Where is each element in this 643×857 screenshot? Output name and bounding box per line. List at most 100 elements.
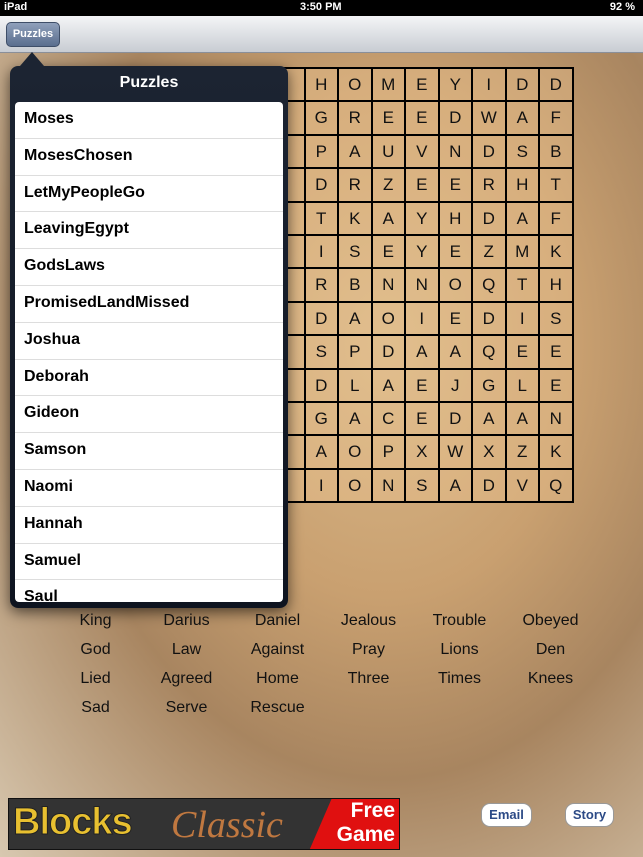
puzzle-list-item[interactable]: GodsLaws xyxy=(15,249,283,286)
grid-cell[interactable]: E xyxy=(439,302,473,337)
grid-cell[interactable]: O xyxy=(339,469,373,504)
grid-cell[interactable]: V xyxy=(506,469,540,504)
grid-cell[interactable]: G xyxy=(473,369,507,403)
grid-cell[interactable]: D xyxy=(439,402,473,437)
grid-cell[interactable]: E xyxy=(372,102,406,136)
grid-cell[interactable]: C xyxy=(372,402,406,437)
grid-cell[interactable]: Q xyxy=(473,336,507,370)
grid-cell[interactable]: R xyxy=(339,102,373,136)
grid-cell[interactable]: L xyxy=(506,369,540,403)
grid-cell[interactable]: A xyxy=(305,436,339,470)
grid-cell[interactable]: J xyxy=(439,369,473,403)
grid-cell[interactable]: P xyxy=(372,436,406,470)
grid-cell[interactable]: E xyxy=(540,336,574,370)
grid-cell[interactable]: L xyxy=(339,369,373,403)
grid-cell[interactable]: A xyxy=(339,302,373,337)
grid-cell[interactable]: S xyxy=(540,302,574,337)
puzzle-list-item[interactable]: Samuel xyxy=(15,544,283,581)
grid-cell[interactable]: B xyxy=(339,269,373,303)
grid-cell[interactable]: A xyxy=(506,102,540,136)
puzzle-list[interactable]: Moses MosesChosen LetMyPeopleGo LeavingEgyp… xyxy=(15,102,283,602)
puzzle-list-item[interactable]: LeavingEgypt xyxy=(15,212,283,250)
grid-cell[interactable]: F xyxy=(540,102,574,136)
grid-cell[interactable]: H xyxy=(506,169,540,203)
story-button[interactable]: Story xyxy=(565,803,614,827)
grid-cell[interactable]: E xyxy=(406,169,440,203)
grid-cell[interactable]: N xyxy=(540,402,574,437)
grid-cell[interactable]: K xyxy=(540,235,574,270)
ad-banner[interactable]: Blocks Classic Free Game xyxy=(8,798,400,850)
grid-cell[interactable]: I xyxy=(305,235,339,270)
grid-cell[interactable]: P xyxy=(339,336,373,370)
puzzle-list-item[interactable]: Deborah xyxy=(15,360,283,397)
puzzle-list-item[interactable]: Gideon xyxy=(15,396,283,434)
grid-cell[interactable]: E xyxy=(406,69,440,103)
grid-cell[interactable]: Y xyxy=(439,69,473,103)
grid-cell[interactable]: K xyxy=(339,202,373,236)
puzzle-list-item[interactable]: PromisedLandMissed xyxy=(15,286,283,323)
grid-cell[interactable]: H xyxy=(439,202,473,236)
puzzle-list-item[interactable]: MosesChosen xyxy=(15,139,283,176)
grid-cell[interactable]: A xyxy=(439,336,473,370)
grid-cell[interactable]: Q xyxy=(473,269,507,303)
grid-cell[interactable]: I xyxy=(406,302,440,337)
grid-cell[interactable]: E xyxy=(506,336,540,370)
puzzle-list-item[interactable]: Joshua xyxy=(15,323,283,360)
grid-cell[interactable]: I xyxy=(473,69,507,103)
grid-cell[interactable]: D xyxy=(439,102,473,136)
puzzle-list-item[interactable]: LetMyPeopleGo xyxy=(15,176,283,213)
grid-cell[interactable]: D xyxy=(305,369,339,403)
grid-cell[interactable]: F xyxy=(540,202,574,236)
grid-cell[interactable]: Q xyxy=(540,469,574,504)
grid-cell[interactable]: A xyxy=(473,402,507,437)
grid-cell[interactable]: A xyxy=(339,135,373,170)
grid-cell[interactable]: O xyxy=(372,302,406,337)
grid-cell[interactable]: I xyxy=(305,469,339,504)
grid-cell[interactable]: X xyxy=(406,436,440,470)
grid-cell[interactable]: D xyxy=(305,169,339,203)
grid-cell[interactable]: N xyxy=(439,135,473,170)
grid-cell[interactable]: A xyxy=(372,369,406,403)
grid-cell[interactable]: E xyxy=(406,102,440,136)
grid-cell[interactable]: Z xyxy=(506,436,540,470)
puzzle-list-item[interactable]: Moses xyxy=(15,102,283,139)
puzzles-button[interactable]: Puzzles xyxy=(6,22,60,47)
grid-cell[interactable]: W xyxy=(473,102,507,136)
grid-cell[interactable]: S xyxy=(305,336,339,370)
puzzle-list-item[interactable]: Saul xyxy=(15,580,283,602)
grid-cell[interactable]: U xyxy=(372,135,406,170)
grid-cell[interactable]: S xyxy=(339,235,373,270)
grid-cell[interactable]: D xyxy=(473,469,507,504)
grid-cell[interactable]: W xyxy=(439,436,473,470)
grid-cell[interactable]: K xyxy=(540,436,574,470)
grid-cell[interactable]: O xyxy=(339,69,373,103)
grid-cell[interactable]: O xyxy=(339,436,373,470)
grid-cell[interactable]: Z xyxy=(473,235,507,270)
grid-cell[interactable]: A xyxy=(372,202,406,236)
grid-cell[interactable]: O xyxy=(439,269,473,303)
grid-cell[interactable]: D xyxy=(506,69,540,103)
grid-cell[interactable]: E xyxy=(439,235,473,270)
grid-cell[interactable]: D xyxy=(305,302,339,337)
grid-cell[interactable]: E xyxy=(372,235,406,270)
grid-cell[interactable]: M xyxy=(372,69,406,103)
grid-cell[interactable]: I xyxy=(506,302,540,337)
grid-cell[interactable]: E xyxy=(439,169,473,203)
grid-cell[interactable]: A xyxy=(406,336,440,370)
grid-cell[interactable]: A xyxy=(506,402,540,437)
grid-cell[interactable]: Y xyxy=(406,202,440,236)
grid-cell[interactable]: E xyxy=(406,369,440,403)
puzzle-list-item[interactable]: Samson xyxy=(15,433,283,470)
grid-cell[interactable]: A xyxy=(339,402,373,437)
grid-cell[interactable]: T xyxy=(305,202,339,236)
grid-cell[interactable]: N xyxy=(406,269,440,303)
grid-cell[interactable]: P xyxy=(305,135,339,170)
grid-cell[interactable]: Y xyxy=(406,235,440,270)
grid-cell[interactable]: H xyxy=(540,269,574,303)
grid-cell[interactable]: D xyxy=(372,336,406,370)
grid-cell[interactable]: N xyxy=(372,469,406,504)
puzzle-list-item[interactable]: Hannah xyxy=(15,507,283,544)
grid-cell[interactable]: E xyxy=(540,369,574,403)
grid-cell[interactable]: R xyxy=(473,169,507,203)
grid-cell[interactable]: S xyxy=(406,469,440,504)
